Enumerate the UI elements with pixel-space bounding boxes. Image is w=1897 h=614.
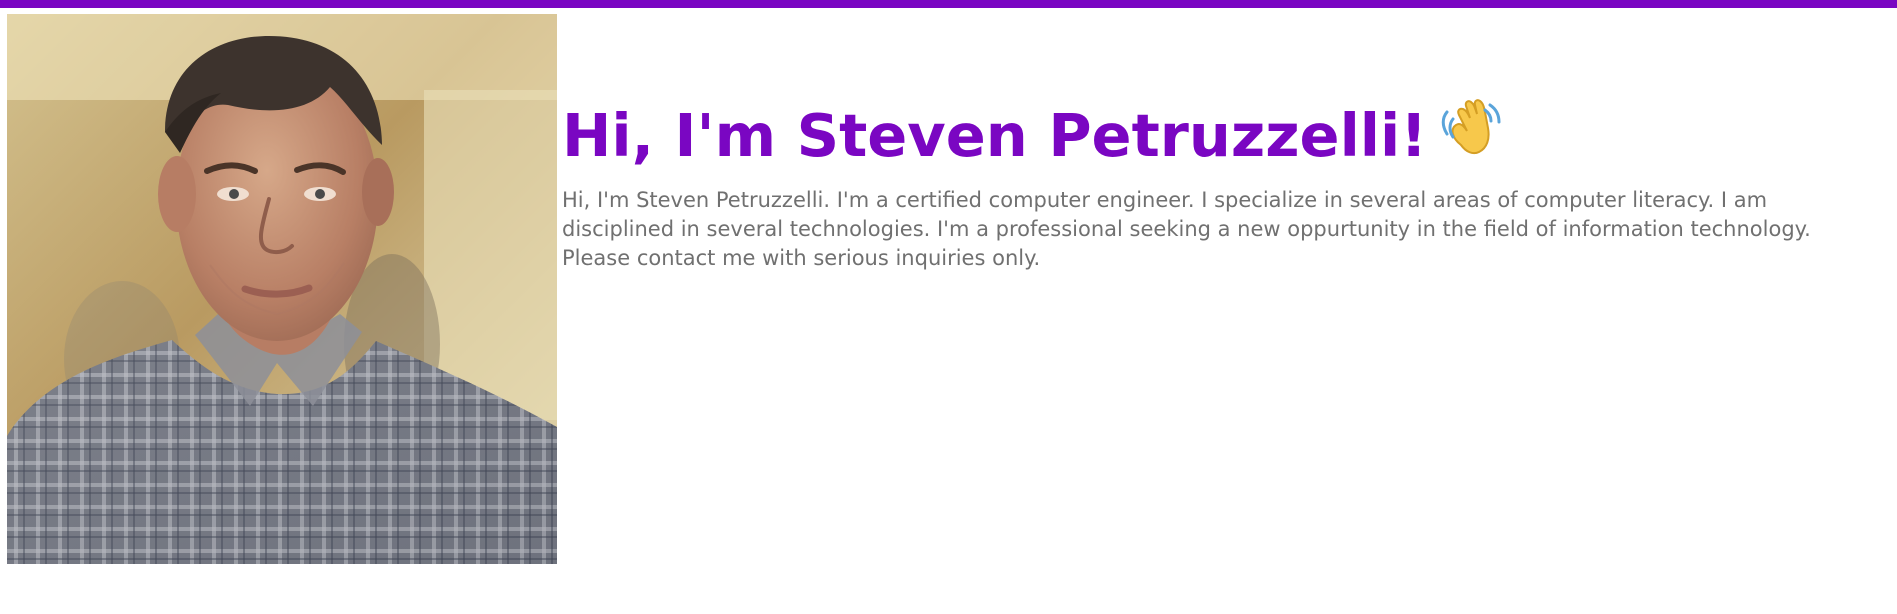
bio-text: Hi, I'm Steven Petruzzelli. I'm a certif… [562,188,1811,270]
top-accent-bar [0,0,1897,8]
greeting-text: Hi, I'm Steven Petruzzelli! [562,101,1428,170]
page-title: Hi, I'm Steven Petruzzelli! [562,96,1872,176]
intro-section: Hi, I'm Steven Petruzzelli! Hi, I'm Stev… [562,96,1872,273]
waving-hand-icon [1439,97,1501,159]
profile-photo [7,14,557,564]
